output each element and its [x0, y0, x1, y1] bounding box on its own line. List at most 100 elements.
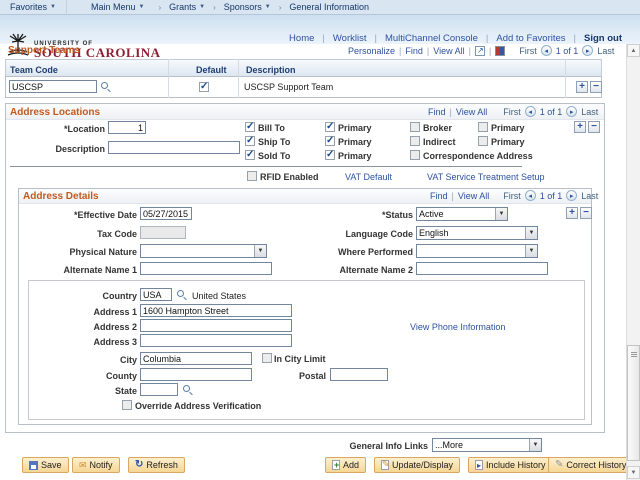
- chevron-down-icon: ▼: [264, 4, 271, 10]
- state-input[interactable]: [140, 383, 178, 396]
- main-menu[interactable]: Main Menu ▼: [81, 0, 154, 15]
- default-checkbox[interactable]: [199, 81, 209, 92]
- city-label: City: [119, 355, 137, 365]
- bill-primary-checkbox[interactable]: [325, 121, 335, 132]
- language-code-select[interactable]: English: [416, 226, 538, 240]
- effective-date-input[interactable]: [140, 207, 192, 220]
- home-link[interactable]: Home: [289, 33, 314, 44]
- address-details-title: Address Details: [23, 191, 99, 202]
- override-address-verification-checkbox[interactable]: [122, 400, 132, 410]
- last-label[interactable]: Last: [581, 191, 598, 201]
- find-link[interactable]: Find: [405, 46, 423, 56]
- broker-checkbox[interactable]: [410, 122, 420, 132]
- personalize-link[interactable]: Personalize: [348, 46, 395, 56]
- ship-to-checkbox[interactable]: [245, 135, 255, 146]
- view-phone-information-link[interactable]: View Phone Information: [410, 322, 505, 332]
- address1-input[interactable]: [140, 304, 292, 317]
- first-label[interactable]: First: [503, 107, 521, 117]
- indirect-checkbox[interactable]: [410, 136, 420, 146]
- save-button[interactable]: Save: [22, 457, 69, 473]
- rfid-enabled-checkbox[interactable]: [247, 171, 257, 181]
- city-input[interactable]: [140, 352, 252, 365]
- last-label[interactable]: Last: [581, 107, 598, 117]
- correct-history-button[interactable]: ✎ Correct History: [548, 457, 634, 473]
- first-label[interactable]: First: [519, 46, 537, 56]
- indirect-primary-checkbox[interactable]: [478, 136, 488, 146]
- add-row-button[interactable]: +: [576, 81, 588, 93]
- refresh-button[interactable]: ↻ Refresh: [128, 457, 185, 473]
- postal-input[interactable]: [330, 368, 388, 381]
- view-all-link[interactable]: View All: [456, 107, 487, 117]
- previous-row-icon[interactable]: [524, 190, 536, 201]
- indirect-label: Indirect: [423, 137, 456, 147]
- sign-out-link[interactable]: Sign out: [584, 33, 622, 44]
- location-input[interactable]: [108, 121, 146, 134]
- override-address-verification-label: Override Address Verification: [135, 401, 262, 411]
- bill-to-checkbox[interactable]: [245, 121, 255, 132]
- state-lookup-icon[interactable]: [183, 385, 190, 392]
- country-input[interactable]: [140, 288, 172, 301]
- next-row-icon[interactable]: [582, 45, 594, 56]
- multichannel-console-link[interactable]: MultiChannel Console: [385, 33, 478, 44]
- section-divider: [10, 166, 522, 167]
- delete-row-button[interactable]: −: [590, 81, 602, 93]
- team-code-lookup-icon[interactable]: [101, 82, 108, 89]
- view-all-link[interactable]: View All: [433, 46, 464, 56]
- address3-input[interactable]: [140, 334, 292, 347]
- alternate-name1-label: Alternate Name 1: [63, 265, 137, 275]
- favorites-menu[interactable]: Favorites ▼: [0, 0, 67, 15]
- alternate-name2-input[interactable]: [416, 262, 548, 275]
- team-description: USCSP Support Team: [244, 82, 334, 92]
- alternate-name1-input[interactable]: [140, 262, 272, 275]
- view-all-link[interactable]: View All: [458, 191, 489, 201]
- address3-label: Address 3: [93, 337, 137, 347]
- next-row-icon[interactable]: [566, 190, 578, 201]
- physical-nature-select[interactable]: [140, 244, 267, 258]
- add-to-favorites-link[interactable]: Add to Favorites: [496, 33, 565, 44]
- previous-row-icon[interactable]: [540, 45, 552, 56]
- county-input[interactable]: [140, 368, 252, 381]
- sold-to-checkbox[interactable]: [245, 149, 255, 160]
- general-info-links-select[interactable]: ...More: [432, 438, 542, 452]
- scroll-up-icon[interactable]: ▲: [627, 44, 640, 57]
- zoom-grid-icon[interactable]: [474, 45, 485, 56]
- breadcrumb-grants[interactable]: Grants ▼: [165, 0, 209, 15]
- add-address-row-button[interactable]: +: [566, 207, 578, 219]
- team-code-input[interactable]: [9, 80, 97, 93]
- first-label[interactable]: First: [503, 191, 521, 201]
- find-link[interactable]: Find: [430, 191, 448, 201]
- location-label: *Location: [63, 124, 105, 134]
- address2-input[interactable]: [140, 319, 292, 332]
- tax-code-label: Tax Code: [97, 229, 137, 239]
- ship-primary-checkbox[interactable]: [325, 135, 335, 146]
- support-teams-header-row: Team Code Default Description: [5, 59, 602, 77]
- in-city-limit-checkbox[interactable]: [262, 353, 272, 363]
- vat-service-treatment-setup-link[interactable]: VAT Service Treatment Setup: [427, 172, 545, 182]
- breadcrumb-sponsors[interactable]: Sponsors ▼: [220, 0, 275, 15]
- previous-row-icon[interactable]: [524, 106, 536, 117]
- delete-address-row-button[interactable]: −: [580, 207, 592, 219]
- add-button[interactable]: Add: [325, 457, 367, 473]
- last-label[interactable]: Last: [597, 46, 614, 56]
- delete-location-button[interactable]: −: [588, 121, 600, 133]
- broker-primary-checkbox[interactable]: [478, 122, 488, 132]
- notify-button[interactable]: ✉ Notify: [72, 457, 120, 473]
- find-link[interactable]: Find: [428, 107, 446, 117]
- where-performed-select[interactable]: [416, 244, 538, 258]
- download-grid-icon[interactable]: [495, 45, 506, 56]
- worklist-link[interactable]: Worklist: [333, 33, 367, 44]
- update-display-button[interactable]: Update/Display: [374, 457, 461, 473]
- country-lookup-icon[interactable]: [177, 290, 184, 297]
- vat-default-link[interactable]: VAT Default: [345, 172, 392, 182]
- description-input[interactable]: [108, 141, 240, 154]
- include-history-button[interactable]: Include History: [468, 457, 553, 473]
- scrollbar-thumb[interactable]: [627, 345, 640, 461]
- country-name: United States: [192, 291, 247, 301]
- main-menu-label: Main Menu: [90, 2, 136, 12]
- correspondence-address-checkbox[interactable]: [410, 150, 420, 160]
- next-row-icon[interactable]: [566, 106, 578, 117]
- scroll-down-icon[interactable]: ▼: [627, 466, 640, 479]
- sold-primary-checkbox[interactable]: [325, 149, 335, 160]
- status-select[interactable]: Active: [416, 207, 508, 221]
- add-location-button[interactable]: +: [574, 121, 586, 133]
